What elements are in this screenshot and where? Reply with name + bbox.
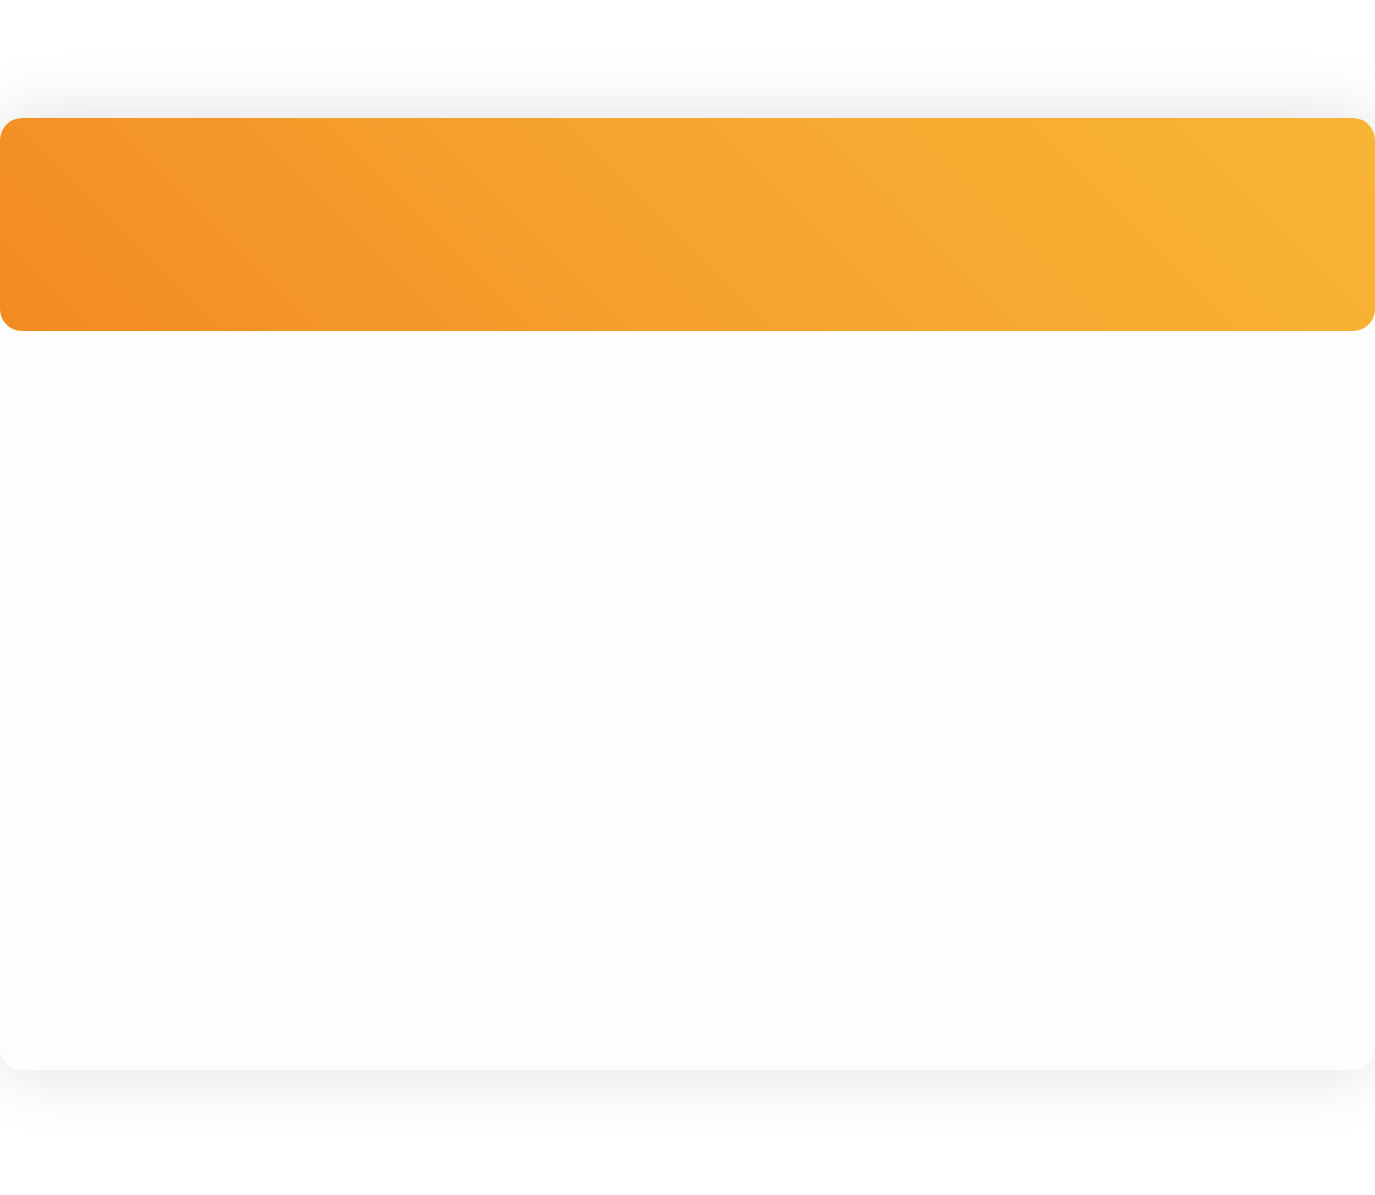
content-card	[0, 118, 1375, 1070]
card-body	[0, 331, 1375, 1070]
page-background	[0, 0, 1375, 1195]
card-header-banner	[0, 118, 1375, 331]
